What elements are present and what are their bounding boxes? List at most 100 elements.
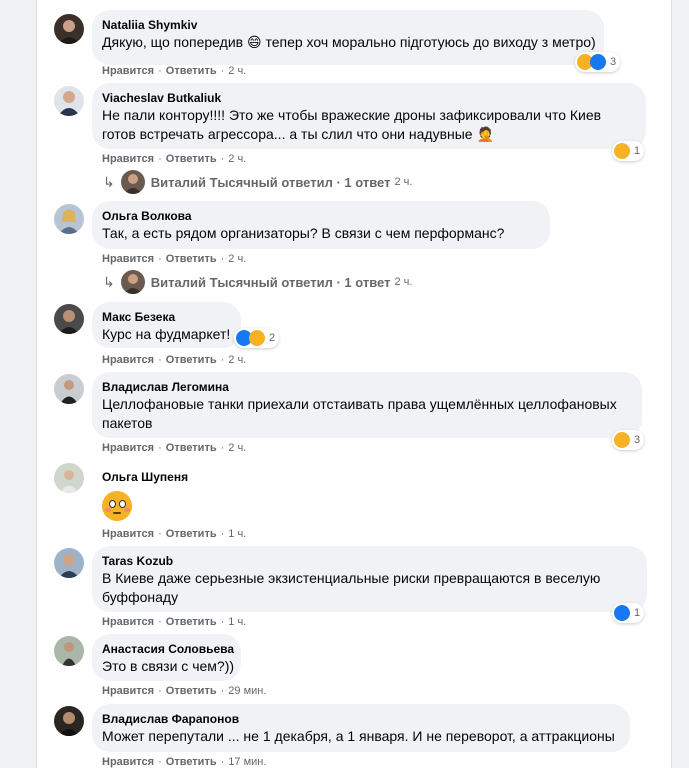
like-action[interactable]: Нравится (102, 528, 154, 540)
avatar[interactable] (54, 636, 84, 666)
comment-author[interactable]: Ольга Волкова (102, 208, 538, 224)
comment-bubble: Nataliia Shymkiv Дякую, що попередив 😄 т… (92, 10, 604, 65)
reply-summary-text[interactable]: Виталий Тысячный ответил · 1 ответ (151, 175, 391, 190)
reaction-summary[interactable]: 1 (612, 603, 645, 623)
like-action[interactable]: Нравится (102, 153, 154, 165)
comment-author[interactable]: Taras Kozub (102, 553, 635, 569)
like-action[interactable]: Нравится (102, 756, 154, 768)
reply-action[interactable]: Ответить (166, 756, 217, 768)
comment-text: готов встречать агрессора... а ты слил ч… (102, 126, 494, 142)
reply-action[interactable]: Ответить (166, 354, 217, 366)
comment-author[interactable]: Макс Безека (102, 309, 229, 325)
comment-bubble: Макс Безека Курс на фудмаркет! (92, 302, 241, 348)
avatar[interactable] (54, 374, 84, 404)
comment-author[interactable]: Ольга Шупеня (102, 469, 188, 485)
reply-action[interactable]: Ответить (166, 153, 217, 165)
avatar[interactable] (54, 548, 84, 578)
avatar[interactable] (54, 14, 84, 44)
reply-action[interactable]: Ответить (166, 65, 217, 77)
comment-text: пакетов (102, 415, 153, 431)
avatar[interactable] (54, 706, 84, 736)
reply-action[interactable]: Ответить (166, 253, 217, 265)
reaction-count: 3 (634, 434, 641, 446)
reply-arrow-icon: ↳ (103, 173, 115, 190)
reply-summary-time: 2 ч. (394, 276, 413, 288)
comments-panel: Nataliia Shymkiv Дякую, що попередив 😄 т… (36, 0, 672, 768)
avatar[interactable] (54, 304, 84, 334)
comment-time[interactable]: 17 мин. (228, 756, 266, 768)
comment-time[interactable]: 2 ч. (228, 442, 246, 454)
view-replies[interactable]: ↳ Виталий Тысячный ответил · 1 ответ 2 ч… (103, 270, 412, 294)
comment-actions: Нравится · Ответить · 2 ч. (102, 442, 247, 454)
like-icon (614, 605, 630, 621)
comment-actions: Нравится · Ответить · 2 ч. (102, 354, 247, 366)
avatar[interactable] (54, 204, 84, 234)
comment-time[interactable]: 2 ч. (228, 65, 246, 77)
haha-icon (614, 143, 630, 159)
comment-time[interactable]: 1 ч. (228, 616, 246, 628)
comment-actions: Нравится · Ответить · 2 ч. (102, 65, 247, 77)
reaction-count: 1 (634, 607, 641, 619)
reaction-count: 3 (610, 56, 617, 68)
reaction-count: 2 (269, 332, 276, 344)
comment-text: Может перепутали ... не 1 декабря, а 1 я… (102, 728, 615, 744)
comment-actions: Нравится · Ответить · 1 ч. (102, 528, 247, 540)
avatar[interactable] (54, 463, 84, 493)
comment-text: буффонаду (102, 589, 179, 605)
comment-author[interactable]: Viacheslav Butkaliuk (102, 90, 634, 106)
comment-actions: Нравится · Ответить · 2 ч. (102, 153, 247, 165)
reaction-summary[interactable]: 3 (612, 430, 645, 450)
comment-actions: Нравится · Ответить · 29 мин. (102, 685, 267, 697)
view-replies[interactable]: ↳ Виталий Тысячный ответил · 1 ответ 2 ч… (103, 170, 412, 194)
haha-icon (249, 330, 265, 346)
reply-arrow-icon: ↳ (103, 273, 115, 290)
comment-text: Это в связи с чем?)) (102, 658, 235, 674)
flushed-face-emoji (102, 491, 132, 521)
reply-action[interactable]: Ответить (166, 685, 217, 697)
comment-author[interactable]: Владислав Фарапонов (102, 711, 618, 727)
comment-text: Дякую, що попередив 😄 тепер хоч морально… (102, 34, 596, 50)
reply-action[interactable]: Ответить (166, 616, 217, 628)
comment-bubble: Ольга Шупеня (92, 462, 192, 526)
comment-bubble: Владислав Легомина Целлофановые танки пр… (92, 372, 642, 438)
comment-actions: Нравится · Ответить · 17 мин. (102, 756, 267, 768)
comment-time[interactable]: 2 ч. (228, 253, 246, 265)
avatar (120, 170, 145, 194)
comment-time[interactable]: 29 мин. (228, 685, 266, 697)
comment-bubble: Ольга Волкова Так, а есть рядом организа… (92, 201, 550, 249)
like-action[interactable]: Нравится (102, 442, 154, 454)
like-action[interactable]: Нравится (102, 616, 154, 628)
comment-time[interactable]: 2 ч. (228, 354, 246, 366)
like-icon (590, 54, 606, 70)
haha-icon (614, 432, 630, 448)
comment-text: Курс на фудмаркет! (102, 326, 231, 342)
comment-text: В Киеве даже серьезные экзистенциальные … (102, 570, 601, 586)
comment-bubble: Владислав Фарапонов Может перепутали ...… (92, 704, 630, 752)
reply-summary-text[interactable]: Виталий Тысячный ответил · 1 ответ (151, 275, 391, 290)
avatar[interactable] (54, 86, 84, 116)
like-action[interactable]: Нравится (102, 65, 154, 77)
comment-author[interactable]: Nataliia Shymkiv (102, 17, 592, 33)
reaction-summary[interactable]: 2 (234, 328, 280, 348)
comment-bubble: Taras Kozub В Киеве даже серьезные экзис… (92, 546, 647, 612)
comment-actions: Нравится · Ответить · 1 ч. (102, 616, 247, 628)
like-action[interactable]: Нравится (102, 685, 154, 697)
reaction-summary[interactable]: 1 (612, 141, 645, 161)
reply-action[interactable]: Ответить (166, 442, 217, 454)
reaction-count: 1 (634, 145, 641, 157)
comment-bubble: Viacheslav Butkaliuk Не пали контору!!!!… (92, 83, 646, 149)
comment-author[interactable]: Владислав Легомина (102, 379, 630, 395)
reply-action[interactable]: Ответить (166, 528, 217, 540)
comment-time[interactable]: 2 ч. (228, 153, 246, 165)
reply-summary-time: 2 ч. (394, 176, 413, 188)
comment-text: Целлофановые танки приехали отстаивать п… (102, 396, 617, 412)
like-action[interactable]: Нравится (102, 354, 154, 366)
comment-text: Не пали контору!!!! Это же чтобы вражеск… (102, 107, 602, 123)
comment-actions: Нравится · Ответить · 2 ч. (102, 253, 247, 265)
reaction-summary[interactable]: 3 (575, 52, 621, 72)
comment-text: Так, а есть рядом организаторы? В связи … (102, 225, 505, 241)
comment-author[interactable]: Анастасия Соловьева (102, 641, 234, 657)
comment-time[interactable]: 1 ч. (228, 528, 246, 540)
like-action[interactable]: Нравится (102, 253, 154, 265)
avatar (120, 270, 145, 294)
